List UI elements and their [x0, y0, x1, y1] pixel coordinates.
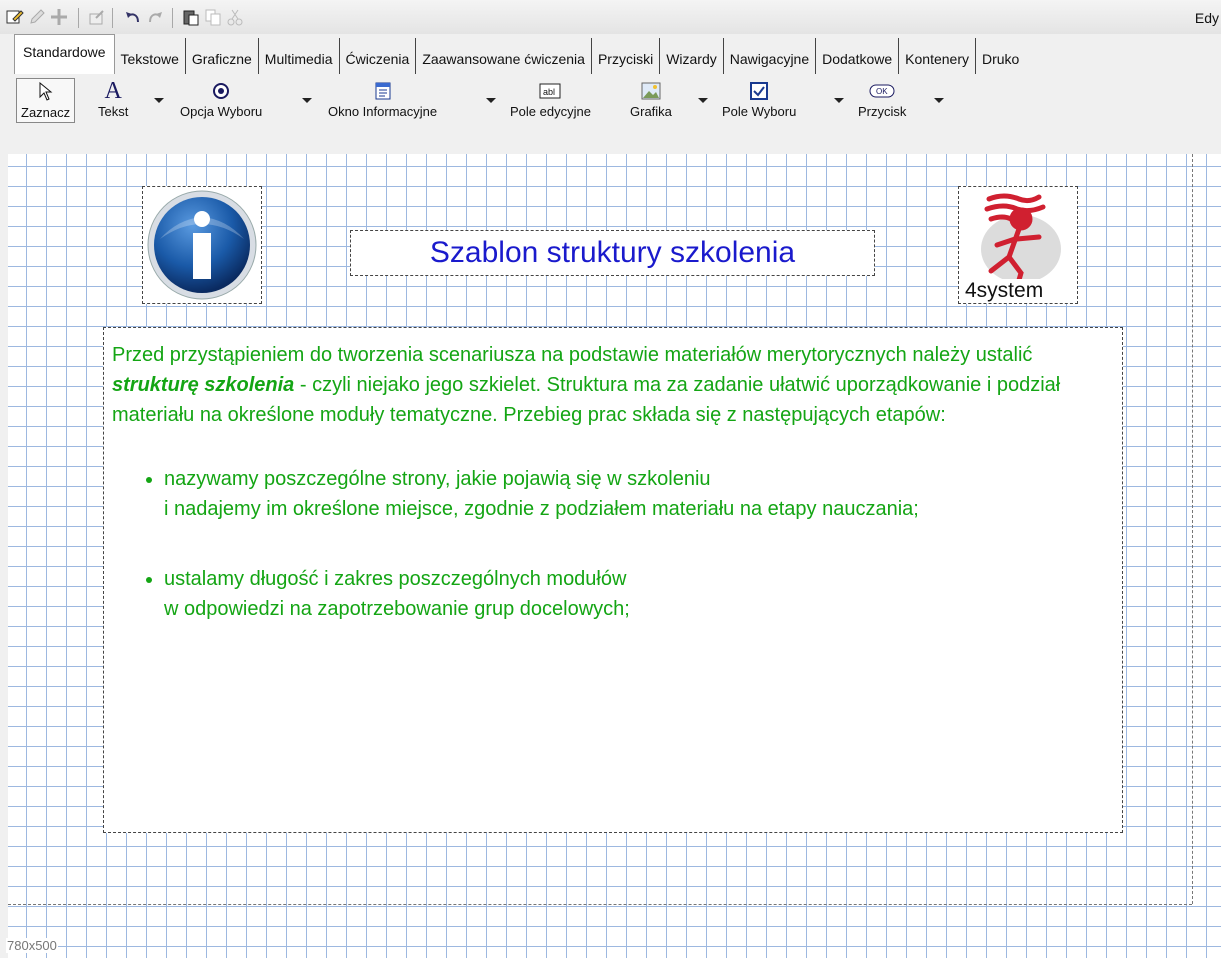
tab-cwiczenia[interactable]: Ćwiczenia	[340, 38, 417, 74]
tab-zaawansowane-cwiczenia[interactable]: Zaawansowane ćwiczenia	[416, 38, 592, 74]
checkbox-tool-button[interactable]: Pole Wyboru	[722, 80, 796, 119]
toolbar-separator	[78, 8, 79, 28]
image-icon	[641, 80, 661, 102]
page-boundary-vertical	[1192, 154, 1193, 904]
text-tool-label: Tekst	[98, 104, 129, 119]
window-title: Edy	[1194, 10, 1219, 26]
cut-icon[interactable]	[226, 8, 244, 26]
text-a-icon: A	[104, 78, 122, 104]
tab-tekstowe[interactable]: Tekstowe	[115, 38, 186, 74]
company-logo-object[interactable]: 4system	[958, 186, 1078, 304]
toolbar-separator	[172, 8, 173, 28]
window-icon	[374, 80, 392, 102]
paste-icon[interactable]	[182, 8, 200, 26]
select-tool-button[interactable]: Zaznacz	[16, 78, 76, 123]
button-tool-label: Przycisk	[858, 104, 907, 119]
text-tool-button[interactable]: A Tekst	[98, 78, 129, 119]
canvas-size-label: 780x500	[6, 938, 58, 953]
chevron-down-icon[interactable]	[302, 98, 312, 103]
tab-graficzne[interactable]: Graficzne	[186, 38, 259, 74]
radio-tool-button[interactable]: Opcja Wyboru	[180, 80, 262, 119]
tab-kontenery[interactable]: Kontenery	[899, 38, 976, 74]
content-text-object[interactable]: Przed przystąpieniem do tworzenia scenar…	[103, 327, 1123, 833]
list-item: ustalamy długość i zakres poszczególnych…	[164, 564, 1114, 624]
quick-toolbar: Edy	[0, 0, 1221, 35]
copy-icon[interactable]	[204, 8, 222, 26]
title-object[interactable]: Szablon struktury szkolenia	[350, 230, 875, 276]
chevron-down-icon[interactable]	[486, 98, 496, 103]
edit-field-tool-button[interactable]: abl Pole edycyjne	[510, 80, 591, 119]
tab-nawigacyjne[interactable]: Nawigacyjne	[724, 38, 817, 74]
text-field-icon: abl	[539, 80, 561, 102]
checkbox-tool-label: Pole Wyboru	[722, 104, 797, 119]
4system-logo-icon: 4system	[963, 193, 1075, 302]
chevron-down-icon[interactable]	[834, 98, 844, 103]
checkbox-icon	[750, 80, 769, 102]
tab-druko[interactable]: Druko	[976, 38, 1025, 74]
info-window-tool-label: Okno Informacyjne	[328, 104, 438, 119]
export-icon[interactable]	[88, 8, 106, 26]
list-item-line1: nazywamy poszczególne strony, jakie poja…	[164, 468, 711, 490]
chevron-down-icon[interactable]	[698, 98, 708, 103]
logo-text: 4system	[965, 279, 1043, 302]
pencil-icon[interactable]	[28, 8, 46, 26]
insert-toolbar: Zaznacz A Tekst Opcja Wyboru Okno Inform…	[0, 74, 1221, 155]
image-tool-label: Grafika	[630, 104, 672, 119]
undo-icon[interactable]	[124, 8, 142, 26]
select-tool-label: Zaznacz	[21, 105, 71, 120]
ok-button-icon: OK	[869, 80, 895, 102]
chevron-down-icon[interactable]	[154, 98, 164, 103]
intro-emphasis: strukturę szkolenia	[112, 374, 295, 396]
list-item-line2: w odpowiedzi na zapotrzebowanie grup doc…	[164, 598, 630, 620]
tab-wizardy[interactable]: Wizardy	[660, 38, 724, 74]
page-boundary-horizontal	[8, 904, 1192, 905]
radio-tool-label: Opcja Wyboru	[180, 104, 263, 119]
page-title: Szablon struktury szkolenia	[429, 236, 796, 269]
tab-multimedia[interactable]: Multimedia	[259, 38, 340, 74]
edit-field-tool-label: Pole edycyjne	[510, 104, 591, 119]
chevron-down-icon[interactable]	[934, 98, 944, 103]
edit-mode-icon[interactable]	[6, 8, 24, 26]
button-tool-button[interactable]: OK Przycisk	[858, 80, 906, 119]
info-window-tool-button[interactable]: Okno Informacyjne	[328, 80, 437, 119]
steps-list: nazywamy poszczególne strony, jakie poja…	[112, 464, 1114, 624]
canvas-left-margin	[0, 154, 8, 958]
intro-text-part1: Przed przystąpieniem do tworzenia scenar…	[112, 344, 1033, 366]
cursor-icon	[38, 81, 54, 103]
tab-przyciski[interactable]: Przyciski	[592, 38, 661, 74]
redo-icon[interactable]	[146, 8, 164, 26]
info-logo-object[interactable]	[142, 186, 262, 304]
category-tabs: Standardowe Tekstowe Graficzne Multimedi…	[0, 34, 1221, 74]
toolbar-separator	[112, 8, 113, 28]
move-icon[interactable]	[50, 8, 68, 26]
list-item-line2: i nadajemy im określone miejsce, zgodnie…	[164, 498, 919, 520]
intro-paragraph: Przed przystąpieniem do tworzenia scenar…	[112, 340, 1114, 430]
list-item: nazywamy poszczególne strony, jakie poja…	[164, 464, 1114, 524]
list-item-line1: ustalamy długość i zakres poszczególnych…	[164, 568, 627, 590]
ok-icon-text: OK	[876, 87, 888, 96]
image-tool-button[interactable]: Grafika	[630, 80, 672, 119]
svg-text:abl: abl	[543, 87, 555, 97]
tab-dodatkowe[interactable]: Dodatkowe	[816, 38, 900, 74]
tab-standardowe[interactable]: Standardowe	[14, 34, 115, 74]
radio-button-icon	[212, 80, 230, 102]
info-icon	[147, 190, 257, 300]
